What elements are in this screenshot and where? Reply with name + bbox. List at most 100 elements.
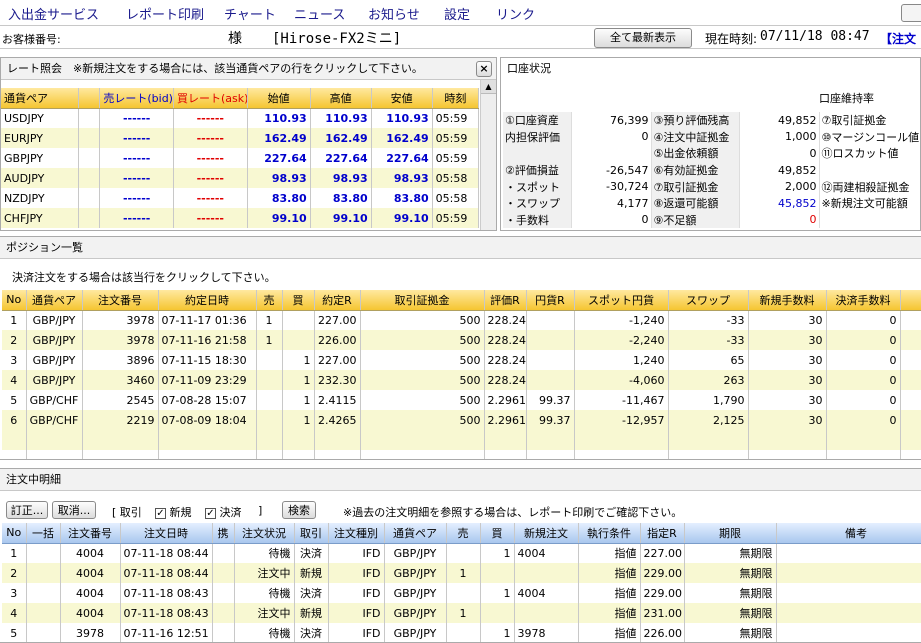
empty-cell <box>158 430 257 450</box>
account-cell: 内担保評価 <box>503 128 572 146</box>
order-cell <box>26 543 61 563</box>
rates-scrollbar[interactable]: ▲ <box>480 80 496 230</box>
position-row[interactable]: 6 GBP/CHF 2219 07-08-09 18:04 1 2.4265 500 2.29… <box>2 410 921 430</box>
order-cell <box>26 583 61 603</box>
order-cell: 待機 <box>234 623 295 642</box>
position-cell: 3 <box>2 350 27 370</box>
order-row[interactable]: 4 4004 07-11-18 08:43 注文中 新規 IFD GBP/JPY 1 指値 231… <box>2 603 921 623</box>
order-cell <box>446 583 481 603</box>
order-row[interactable]: 2 4004 07-11-18 08:44 注文中 新規 IFD GBP/JPY 1 指値 229… <box>2 563 921 583</box>
position-row[interactable]: 4 GBP/JPY 3460 07-11-09 23:29 1 232.30 500 228.… <box>2 370 921 390</box>
orders-col-header: 買 <box>480 523 515 544</box>
refresh-all-button[interactable]: 全て最新表示 <box>594 28 692 48</box>
position-row[interactable]: 1 GBP/JPY 3978 07-11-17 01:36 1 227.00 500 228.… <box>2 310 921 330</box>
menu-news[interactable]: ニュース <box>294 4 345 23</box>
order-cell <box>776 543 921 563</box>
account-cell: 0 <box>571 128 652 146</box>
empty-cell <box>484 430 527 450</box>
scroll-up-icon[interactable]: ▲ <box>481 80 496 94</box>
position-row[interactable]: 5 GBP/CHF 2545 07-08-28 15:07 1 2.4115 500 2.29… <box>2 390 921 410</box>
menu-settings[interactable]: 設定 <box>444 4 470 23</box>
order-cell: 1 <box>480 623 515 642</box>
position-cell: 0 <box>826 410 901 430</box>
order-cell: IFD <box>328 583 385 603</box>
rate-row-chfjpy[interactable]: CHFJPY ------ ------ 99.10 99.10 99.10 05:59 <box>1 208 480 228</box>
position-cell <box>900 330 921 350</box>
orders-col-header: 携 <box>212 523 235 544</box>
checkbox-new[interactable]: ✓ 新規 <box>155 504 192 520</box>
positions-col-header: 円貨R <box>526 290 575 311</box>
rate-row-nzdjpy[interactable]: NZDJPY ------ ------ 83.80 83.80 83.80 05:58 <box>1 188 480 208</box>
position-cell: GBP/JPY <box>26 370 83 390</box>
position-cell: 500 <box>360 310 485 330</box>
positions-col-header: 新規手数料 <box>748 290 827 311</box>
orders-col-header: 新規注文 <box>514 523 579 544</box>
account-row: 内担保評価 0 ④注文中証拠金 1,000 ⑩マージンコール値 <box>503 128 920 146</box>
account-cell <box>819 161 920 179</box>
positions-col-header: 取引証拠金 <box>360 290 485 311</box>
position-cell: 226.00 <box>314 330 361 350</box>
rate-open: 110.93 <box>247 108 311 128</box>
rate-bid: ------ <box>99 208 174 228</box>
empty-cell <box>256 430 283 450</box>
account-cell: 76,399 <box>571 112 652 129</box>
col-pair: 通貨ペア <box>1 88 80 109</box>
checkbox-new-icon[interactable]: ✓ <box>155 508 166 519</box>
close-icon[interactable]: × <box>476 61 492 77</box>
rate-time: 05:59 <box>432 148 480 168</box>
rate-row-eurjpy[interactable]: EURJPY ------ ------ 162.49 162.49 162.49 05:5… <box>1 128 480 148</box>
checkbox-settle-icon[interactable]: ✓ <box>205 508 216 519</box>
menu-notice[interactable]: お知らせ <box>368 4 420 23</box>
position-cell: 99.37 <box>526 390 575 410</box>
order-cell <box>776 563 921 583</box>
account-cell: 4,177 <box>571 194 652 212</box>
position-cell: 30 <box>748 410 827 430</box>
window-button[interactable] <box>901 4 921 22</box>
order-cell <box>212 563 235 583</box>
account-cell: 49,852 <box>739 161 820 179</box>
position-cell: 1 <box>256 310 283 330</box>
account-name: [Hirose-FX2ミニ] <box>272 31 402 47</box>
position-cell: 227.00 <box>314 310 361 330</box>
rate-row-gbpjpy[interactable]: GBPJPY ------ ------ 227.64 227.64 227.64 05:5… <box>1 148 480 168</box>
order-cell <box>212 623 235 642</box>
empty-cell <box>314 430 361 450</box>
menu-links[interactable]: リンク <box>496 4 535 23</box>
sama-label: 様 <box>228 31 242 47</box>
rate-row-audjpy[interactable]: AUDJPY ------ ------ 98.93 98.93 98.93 05:58 <box>1 168 480 188</box>
orders-col-header: 執行条件 <box>578 523 641 544</box>
empty-cell <box>26 450 83 459</box>
order-cell: 待機 <box>234 583 295 603</box>
checkbox-settle[interactable]: ✓ 決済 <box>205 504 242 520</box>
position-cell <box>900 310 921 330</box>
orders-col-header: No <box>2 523 27 544</box>
order-row[interactable]: 5 3978 07-11-16 12:51 待機 決済 IFD GBP/JPY 1 3978 指値… <box>2 623 921 642</box>
menu-chart[interactable]: チャート <box>224 4 276 23</box>
rate-high: 227.64 <box>310 148 372 168</box>
order-cell: 指値 <box>578 603 641 623</box>
position-row[interactable]: 3 GBP/JPY 3896 07-11-15 18:30 1 227.00 500 228.… <box>2 350 921 370</box>
modify-button[interactable]: 訂正... <box>6 501 48 519</box>
account-cell <box>503 145 572 162</box>
account-title: 口座状況 <box>501 58 920 80</box>
positions-col-header: 買 <box>282 290 315 311</box>
menu-report[interactable]: レポート印刷 <box>126 4 204 23</box>
position-cell: 30 <box>748 330 827 350</box>
position-cell: 30 <box>748 350 827 370</box>
rate-pair: NZDJPY <box>1 188 80 208</box>
order-cell: 決済 <box>294 623 329 642</box>
empty-cell <box>526 450 575 459</box>
order-row[interactable]: 3 4004 07-11-18 08:43 待機 決済 IFD GBP/JPY 1 4004 指値… <box>2 583 921 603</box>
cancel-button[interactable]: 取消... <box>52 501 96 519</box>
position-cell: 227.00 <box>314 350 361 370</box>
empty-cell <box>484 450 527 459</box>
position-cell: 0 <box>826 330 901 350</box>
position-cell: 65 <box>668 350 749 370</box>
order-cell: 3 <box>2 583 27 603</box>
position-row[interactable]: 2 GBP/JPY 3978 07-11-16 21:58 1 226.00 500 228.… <box>2 330 921 350</box>
menu-deposit[interactable]: 入出金サービス <box>8 4 99 23</box>
search-button[interactable]: 検索 <box>282 501 316 519</box>
order-cell: 待機 <box>234 543 295 563</box>
rate-row-usdjpy[interactable]: USDJPY ------ ------ 110.93 110.93 110.93 05:5… <box>1 108 480 128</box>
order-row[interactable]: 1 4004 07-11-18 08:44 待機 決済 IFD GBP/JPY 1 4004 指値… <box>2 543 921 563</box>
